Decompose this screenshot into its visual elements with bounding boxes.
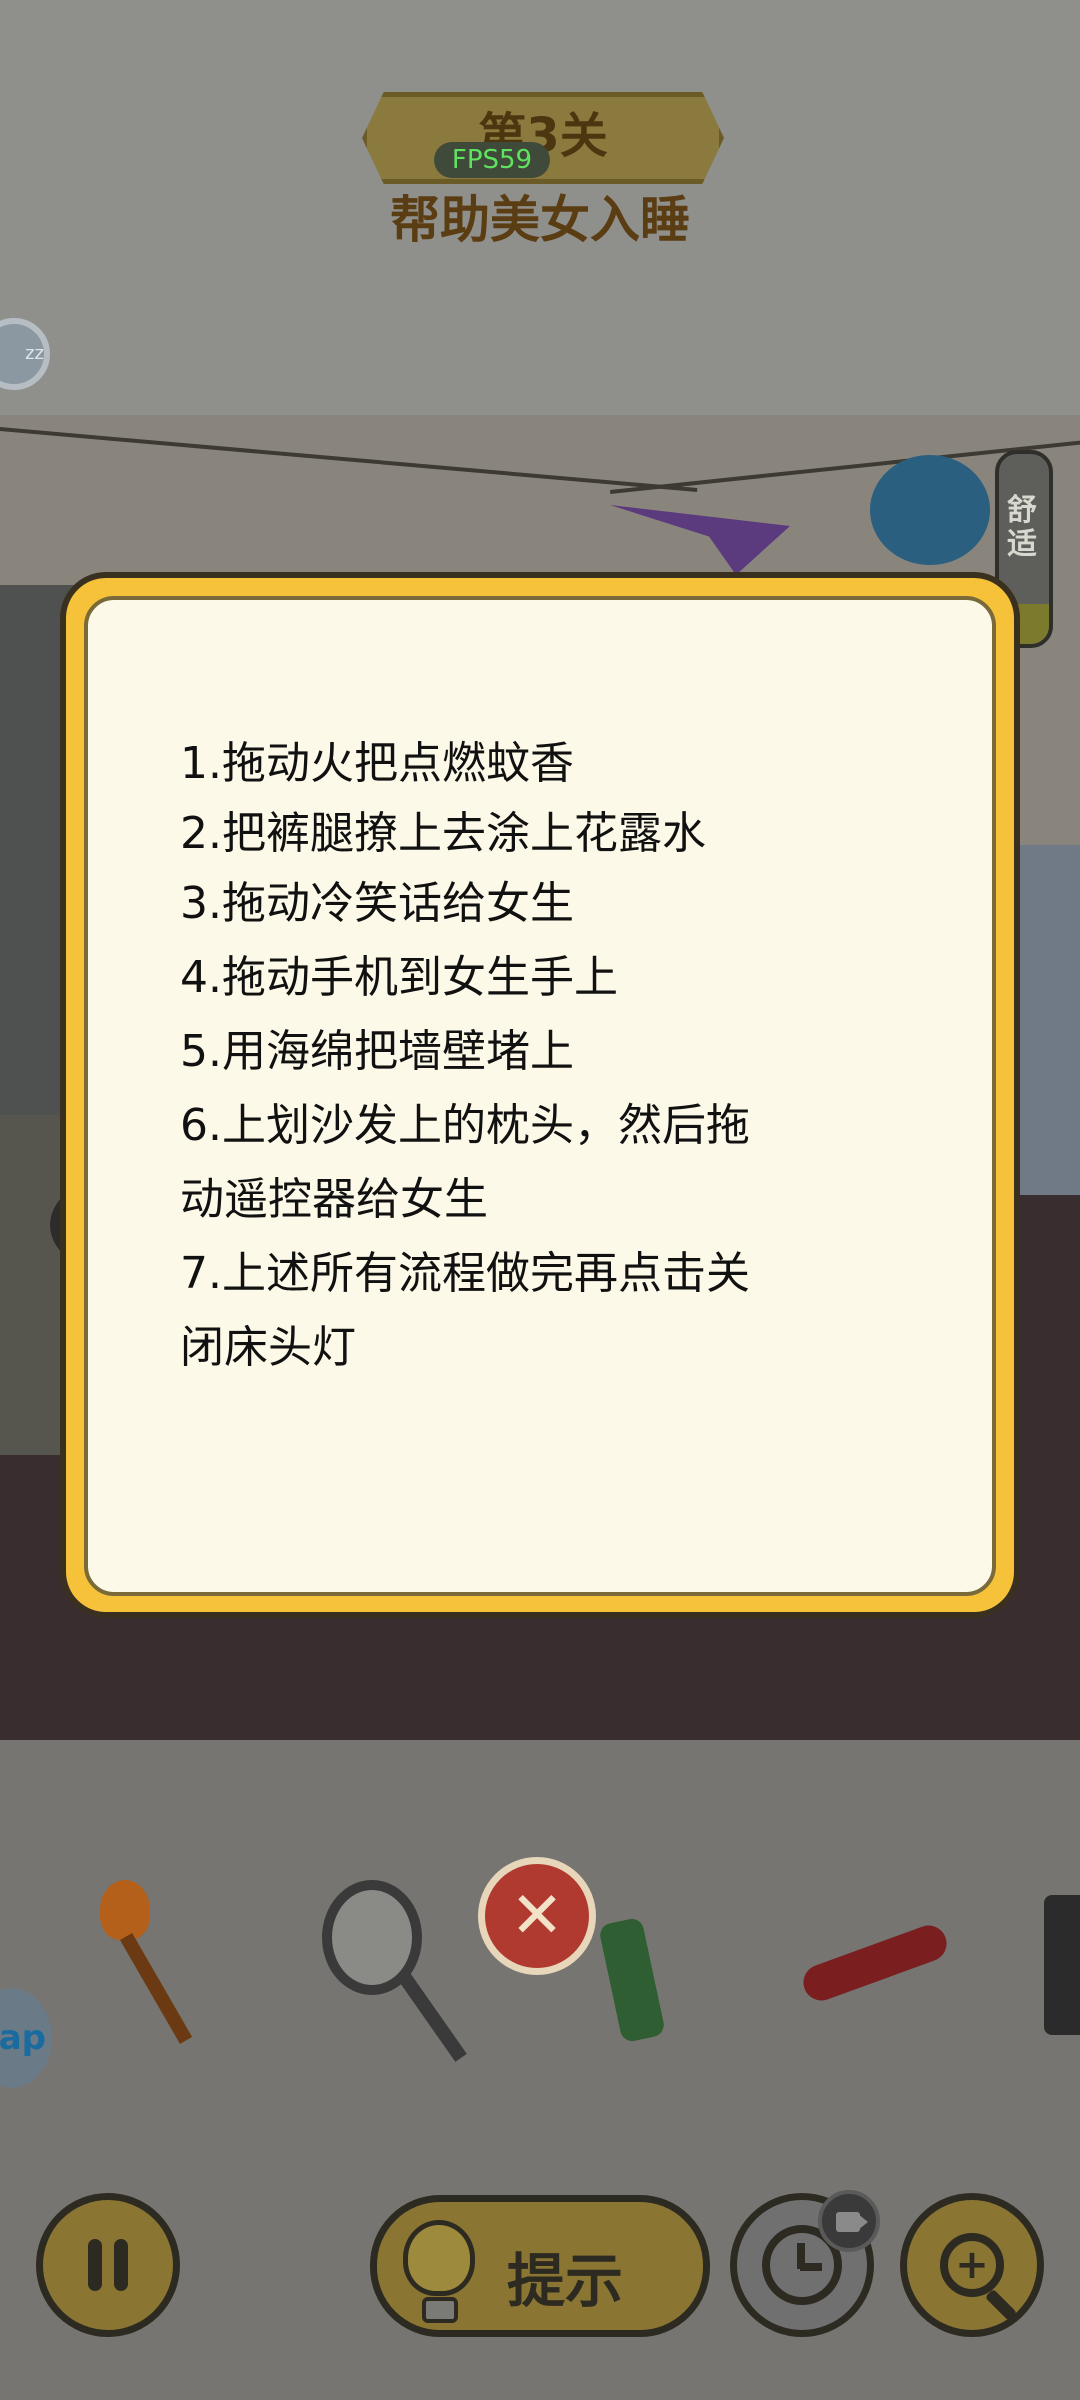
zoom-in-icon: +	[940, 2233, 1004, 2297]
instruction-line: 1.拖动火把点燃蚊香	[180, 738, 574, 789]
close-dialog-button[interactable]: ✕	[478, 1857, 596, 1975]
instruction-line: 2.把裤腿撩上去涂上花露水	[180, 808, 706, 859]
instruction-line: 动遥控器给女生	[180, 1174, 488, 1225]
instruction-line: 闭床头灯	[180, 1322, 356, 1373]
torch-icon[interactable]	[100, 1880, 150, 1940]
hint-label: 提示	[507, 2247, 624, 2315]
close-icon: ✕	[510, 1879, 564, 1953]
lightbulb-base	[422, 2297, 458, 2323]
instruction-line: 3.拖动冷笑话给女生	[180, 878, 574, 929]
video-ad-badge	[818, 2190, 880, 2252]
fps-counter: FPS59	[434, 142, 550, 178]
bedside-lamp[interactable]	[870, 455, 990, 565]
instruction-line: 7.上述所有流程做完再点击关	[180, 1248, 750, 1299]
instruction-line: 6.上划沙发上的枕头，然后拖	[180, 1100, 750, 1151]
zoom-button[interactable]: +	[900, 2193, 1044, 2337]
hint-button[interactable]: 提示	[370, 2195, 710, 2337]
pause-icon	[88, 2239, 128, 2291]
level-title: 帮助美女入睡	[390, 191, 690, 249]
zoom-handle	[984, 2288, 1018, 2322]
instruction-line: 5.用海绵把墙壁堵上	[180, 1026, 574, 1077]
lightbulb-icon	[403, 2220, 475, 2296]
video-camera-icon	[836, 2212, 860, 2232]
pause-button[interactable]	[36, 2193, 180, 2337]
comfort-meter-label: 舒适	[1007, 493, 1037, 562]
speaker-icon[interactable]	[1044, 1895, 1080, 2035]
instruction-line: 4.拖动手机到女生手上	[180, 952, 618, 1003]
